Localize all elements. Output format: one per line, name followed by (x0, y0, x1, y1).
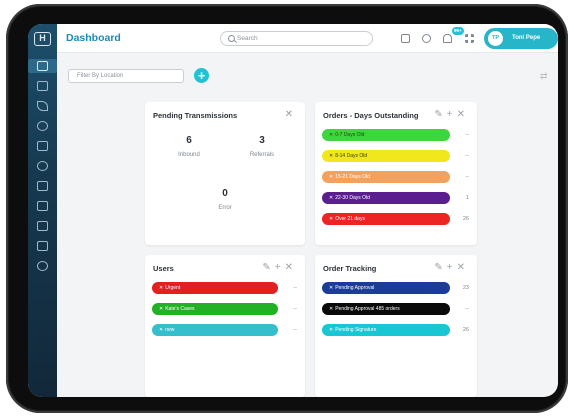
row-count: -- (465, 174, 469, 180)
card-actions-icons[interactable]: ✎+✕ (434, 262, 469, 273)
search-icon (228, 35, 235, 42)
calculator-icon[interactable] (37, 241, 48, 251)
remove-icon[interactable]: ✕ (329, 306, 333, 312)
page-title: Dashboard (66, 32, 121, 44)
status-pill[interactable]: ✕ 15-21 Days Old (322, 171, 450, 183)
status-pill[interactable]: ✕ Kate's Cases (152, 303, 278, 315)
settings-icon[interactable] (422, 34, 431, 43)
status-pill[interactable]: ✕ Pending Signature (322, 324, 450, 336)
referrals-stat[interactable]: 3 Referrals (232, 135, 292, 158)
location-filter-input[interactable]: Filter By Location (68, 69, 184, 83)
row-count: -- (293, 327, 297, 333)
pill-label: Pending Signature (335, 327, 377, 333)
card-title: Pending Transmissions (153, 111, 238, 120)
status-pill[interactable]: ✕ 8-14 Days Old (322, 150, 450, 162)
error-stat[interactable]: 0 Error (195, 188, 255, 211)
remove-icon[interactable]: ✕ (329, 216, 333, 222)
add-widget-button[interactable]: + (194, 68, 209, 83)
pill-label: Kate's Cases (165, 306, 195, 312)
avatar: TP (488, 31, 503, 46)
status-pill[interactable]: ✕ Over 21 days (322, 213, 450, 225)
heart-icon[interactable] (37, 161, 48, 171)
remove-icon[interactable]: ✕ (159, 327, 163, 333)
pill-label: 15-21 Days Old (335, 174, 370, 180)
document-icon[interactable] (401, 34, 410, 43)
remove-icon[interactable]: ✕ (329, 327, 333, 333)
pill-label: 8-14 Days Old (335, 153, 368, 159)
inbox-icon[interactable] (37, 201, 48, 211)
app-logo[interactable]: H (34, 32, 51, 46)
tag-icon[interactable] (37, 121, 48, 131)
top-bar: Dashboard Search 99+ TP Toni Pepe (57, 24, 558, 53)
remove-icon[interactable]: ✕ (329, 153, 333, 159)
search-placeholder: Search (237, 35, 258, 42)
pill-label: Over 21 days (335, 216, 365, 222)
card-title: Order Tracking (323, 264, 377, 273)
pill-label: new (165, 327, 175, 333)
remove-icon[interactable]: ✕ (329, 132, 333, 138)
notification-badge: 99+ (452, 27, 464, 35)
row-count: 1 (465, 195, 469, 201)
pill-label: 22-30 Days Old (335, 195, 370, 201)
pill-label: Urgent (165, 285, 181, 291)
user-menu[interactable]: TP Toni Pepe (484, 28, 558, 49)
pill-label: 0-7 Days Old (335, 132, 365, 138)
remove-icon[interactable]: ✕ (329, 174, 333, 180)
swap-layout-icon[interactable]: ⇄ (540, 71, 548, 82)
screen: H Dashboard Search 99+ TP Toni Pepe Filt… (28, 24, 558, 397)
bell-icon[interactable] (443, 34, 452, 43)
apps-grid-icon[interactable] (465, 34, 474, 43)
row-count: 23 (462, 285, 469, 291)
pending-transmissions-card: Pending Transmissions ✕ 6 Inbound 3 Refe… (145, 102, 305, 245)
card-title: Users (153, 264, 174, 273)
row-count: -- (465, 153, 469, 159)
search-input[interactable]: Search (220, 31, 373, 46)
dashboard-icon[interactable] (28, 59, 57, 73)
status-pill[interactable]: ✕ 22-30 Days Old (322, 192, 450, 204)
row-count: 26 (462, 327, 469, 333)
orders-days-outstanding-card: Orders - Days Outstanding ✎+✕ ✕ 0-7 Days … (315, 102, 477, 245)
status-pill[interactable]: ✕ Urgent (152, 282, 278, 294)
row-count: -- (465, 132, 469, 138)
users-card: Users ✎+✕ ✕ Urgent -- ✕ Kate's Cases -- ✕ new -- (145, 255, 305, 397)
status-pill[interactable]: ✕ 0-7 Days Old (322, 129, 450, 141)
card-title: Orders - Days Outstanding (323, 111, 419, 120)
pill-label: Pending Approval (335, 285, 375, 291)
status-pill[interactable]: ✕ Pending Approval 485 orders (322, 303, 450, 315)
tablet-frame: H Dashboard Search 99+ TP Toni Pepe Filt… (6, 4, 568, 413)
remove-icon[interactable]: ✕ (159, 285, 163, 291)
card-actions-icons[interactable]: ✎+✕ (434, 109, 469, 120)
filter-placeholder: Filter By Location (77, 73, 124, 79)
help-icon[interactable] (37, 261, 48, 271)
clipboard-icon[interactable] (37, 81, 48, 91)
row-count: -- (465, 306, 469, 312)
close-icon[interactable]: ✕ (285, 109, 297, 120)
user-name: Toni Pepe (512, 35, 541, 41)
sidebar: H (28, 24, 57, 397)
card-icon[interactable] (37, 181, 48, 191)
pill-label: Pending Approval 485 orders (335, 306, 400, 312)
monitor-icon[interactable] (37, 141, 48, 151)
inbound-stat[interactable]: 6 Inbound (159, 135, 219, 158)
order-tracking-card: Order Tracking ✎+✕ ✕ Pending Approval 23 ✕ P… (315, 255, 477, 397)
remove-icon[interactable]: ✕ (159, 306, 163, 312)
row-count: -- (293, 306, 297, 312)
card-actions-icons[interactable]: ✎+✕ (262, 262, 297, 273)
row-count: 26 (462, 216, 469, 222)
remove-icon[interactable]: ✕ (329, 195, 333, 201)
status-pill[interactable]: ✕ Pending Approval (322, 282, 450, 294)
status-pill[interactable]: ✕ new (152, 324, 278, 336)
remove-icon[interactable]: ✕ (329, 285, 333, 291)
row-count: -- (293, 285, 297, 291)
send-icon[interactable] (37, 101, 48, 111)
cart-icon[interactable] (37, 221, 48, 231)
